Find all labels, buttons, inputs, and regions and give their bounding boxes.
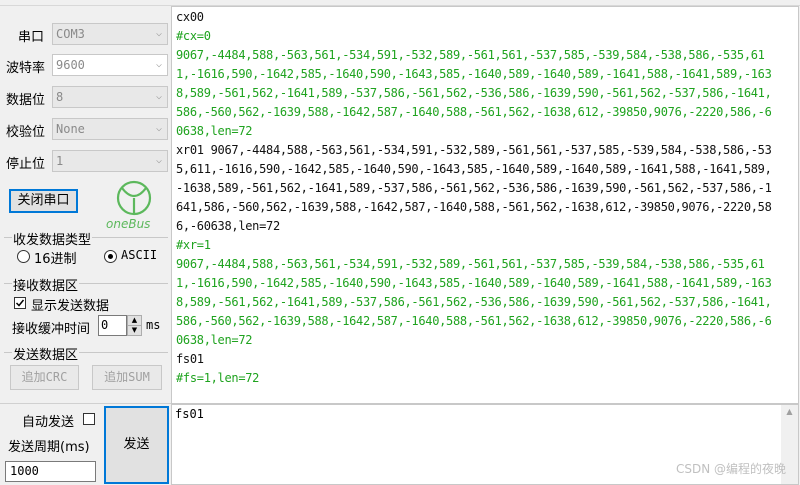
onebus-logo: oneBus	[104, 178, 164, 232]
port-select[interactable]: COM3 ⌵	[52, 23, 168, 45]
send-period-input[interactable]: 1000	[5, 461, 96, 482]
scroll-up-icon[interactable]: ▲	[781, 405, 798, 419]
show-send-checkbox[interactable]	[14, 297, 26, 309]
databits-label: 数据位	[6, 93, 46, 108]
send-text: fs01	[175, 407, 204, 421]
receive-content: cx00 #cx=0 9067,-4484,588,-563,561,-534,59…	[172, 7, 772, 388]
ascii-radio[interactable]	[104, 250, 117, 263]
send-period-label: 发送周期(ms)	[8, 440, 90, 455]
chevron-down-icon: ⌵	[155, 123, 163, 134]
hex-radio[interactable]	[17, 250, 30, 263]
received-line: 9067,-4484,588,-563,561,-534,591,-532,58…	[176, 257, 772, 347]
chevron-down-icon: ⌵	[155, 155, 163, 166]
received-line: #cx=0	[176, 29, 211, 43]
recv-area-title: 接收数据区	[12, 275, 80, 294]
baud-value: 9600	[56, 58, 85, 72]
received-line: xr01 9067,-4484,588,-563,561,-534,591,-5…	[176, 143, 772, 233]
watermark: CSDN @编程的夜晚	[675, 462, 786, 476]
chevron-down-icon: ⌵	[155, 59, 163, 70]
received-line: 9067,-4484,588,-563,561,-534,591,-532,58…	[176, 48, 772, 138]
add-crc-button[interactable]: 追加CRC	[10, 365, 79, 390]
send-area-title: 发送数据区	[12, 344, 80, 363]
baud-select[interactable]: 9600 ⌵	[52, 54, 168, 76]
close-port-button[interactable]: 关闭串口	[9, 189, 78, 213]
stopbits-value: 1	[56, 154, 64, 168]
buffer-spin-buttons[interactable]: ▲ ▼	[127, 315, 142, 336]
buffer-time-input[interactable]: 0	[98, 315, 127, 336]
logo-text: oneBus	[106, 217, 151, 231]
stopbits-label: 停止位	[6, 157, 46, 172]
baud-label: 波特率	[6, 61, 46, 76]
hex-label: 16进制	[34, 252, 77, 267]
ascii-label: ASCII	[121, 248, 158, 262]
stopbits-select[interactable]: 1 ⌵	[52, 150, 168, 172]
parity-select[interactable]: None ⌵	[52, 118, 168, 140]
send-button[interactable]: 发送	[104, 406, 169, 484]
received-line: #fs=1,len=72	[176, 371, 260, 385]
buffer-label: 接收缓冲时间	[12, 322, 91, 337]
chevron-down-icon: ⌵	[155, 91, 163, 102]
checkmark-icon	[15, 299, 25, 307]
radio-selected-dot	[108, 254, 113, 259]
auto-send-checkbox[interactable]	[83, 413, 95, 425]
add-sum-button[interactable]: 追加SUM	[92, 365, 162, 390]
receive-textarea[interactable]: cx00 #cx=0 9067,-4484,588,-563,561,-534,59…	[171, 6, 799, 404]
send-period-value: 1000	[10, 464, 39, 478]
received-line: cx00	[176, 10, 204, 24]
spin-up-icon[interactable]: ▲	[128, 316, 141, 326]
port-value: COM3	[56, 27, 85, 41]
parity-label: 校验位	[6, 125, 46, 140]
auto-send-label: 自动发送	[22, 415, 75, 430]
databits-select[interactable]: 8 ⌵	[52, 86, 168, 108]
recv-type-title: 收发数据类型	[12, 229, 93, 248]
chevron-down-icon: ⌵	[155, 28, 163, 39]
parity-value: None	[56, 122, 85, 136]
received-line: fs01	[176, 352, 204, 366]
bottom-divider	[0, 403, 171, 404]
received-line: #xr=1	[176, 238, 211, 252]
buffer-unit: ms	[146, 318, 161, 332]
databits-value: 8	[56, 90, 64, 104]
show-send-label: 显示发送数据	[31, 299, 110, 314]
spin-down-icon[interactable]: ▼	[128, 326, 141, 335]
port-label: 串口	[18, 30, 45, 45]
buffer-value: 0	[101, 318, 109, 332]
onebus-logo-icon	[116, 180, 152, 216]
